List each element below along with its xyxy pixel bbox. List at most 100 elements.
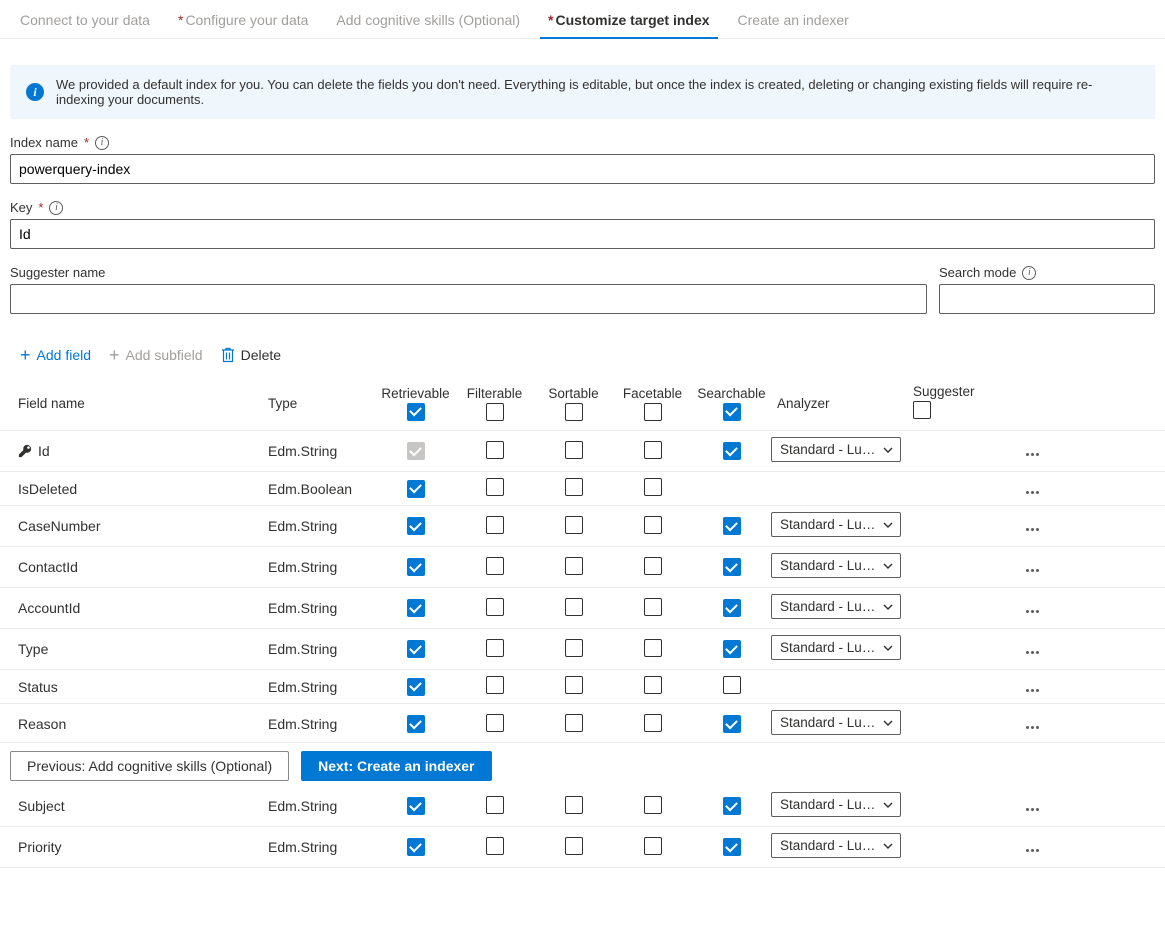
field-row[interactable]: TypeEdm.StringStandard - Luce... xyxy=(0,629,1165,670)
retrievable-checkbox[interactable] xyxy=(407,558,425,576)
field-row[interactable]: IdEdm.StringStandard - Luce... xyxy=(0,431,1165,472)
retrievable-checkbox[interactable] xyxy=(407,640,425,658)
filterable-checkbox[interactable] xyxy=(486,796,504,814)
row-more-button[interactable] xyxy=(1026,808,1039,811)
retrievable-checkbox[interactable] xyxy=(407,715,425,733)
searchable-checkbox[interactable] xyxy=(723,676,741,694)
facetable-checkbox[interactable] xyxy=(644,478,662,496)
wizard-tab[interactable]: Add cognitive skills (Optional) xyxy=(322,0,534,38)
retrievable-checkbox[interactable] xyxy=(407,517,425,535)
row-more-button[interactable] xyxy=(1026,528,1039,531)
sortable-checkbox[interactable] xyxy=(565,676,583,694)
facetable-checkbox[interactable] xyxy=(644,598,662,616)
filterable-checkbox[interactable] xyxy=(486,557,504,575)
retrievable-checkbox[interactable] xyxy=(407,480,425,498)
facetable-checkbox[interactable] xyxy=(644,639,662,657)
wizard-tab[interactable]: Create an indexer xyxy=(724,0,863,38)
facetable-header-checkbox[interactable] xyxy=(644,403,662,421)
sortable-checkbox[interactable] xyxy=(565,714,583,732)
sortable-checkbox[interactable] xyxy=(565,478,583,496)
suggester-name-input[interactable] xyxy=(10,284,927,314)
filterable-header-checkbox[interactable] xyxy=(486,403,504,421)
field-row[interactable]: ReasonEdm.StringStandard - Luce... xyxy=(0,704,1165,745)
wizard-tab[interactable]: *Configure your data xyxy=(164,0,322,38)
analyzer-select[interactable]: Standard - Luce... xyxy=(771,594,901,619)
field-row[interactable]: SubjectEdm.StringStandard - Luce... xyxy=(0,786,1165,827)
analyzer-select[interactable]: Standard - Luce... xyxy=(771,553,901,578)
facetable-checkbox[interactable] xyxy=(644,714,662,732)
row-more-button[interactable] xyxy=(1026,689,1039,692)
info-icon[interactable]: i xyxy=(49,201,63,215)
search-mode-input[interactable] xyxy=(939,284,1155,314)
sortable-checkbox[interactable] xyxy=(565,639,583,657)
analyzer-select[interactable]: Standard - Luce... xyxy=(771,635,901,660)
row-more-button[interactable] xyxy=(1026,651,1039,654)
retrievable-checkbox[interactable] xyxy=(407,797,425,815)
searchable-checkbox[interactable] xyxy=(723,797,741,815)
wizard-tab[interactable]: Connect to your data xyxy=(6,0,164,38)
col-suggester: Suggester xyxy=(913,376,985,430)
searchable-checkbox[interactable] xyxy=(723,838,741,856)
info-icon[interactable]: i xyxy=(1022,266,1036,280)
row-more-button[interactable] xyxy=(1026,610,1039,613)
row-more-button[interactable] xyxy=(1026,726,1039,729)
key-input[interactable] xyxy=(10,219,1155,249)
delete-button[interactable]: Delete xyxy=(221,347,281,363)
field-row[interactable]: IsDeletedEdm.Boolean xyxy=(0,472,1165,506)
row-more-button[interactable] xyxy=(1026,849,1039,852)
row-more-button[interactable] xyxy=(1026,491,1039,494)
field-row[interactable]: PriorityEdm.StringStandard - Luce... xyxy=(0,827,1165,868)
sortable-checkbox[interactable] xyxy=(565,516,583,534)
sortable-checkbox[interactable] xyxy=(565,837,583,855)
facetable-checkbox[interactable] xyxy=(644,676,662,694)
searchable-checkbox[interactable] xyxy=(723,715,741,733)
info-icon[interactable]: i xyxy=(95,136,109,150)
facetable-checkbox[interactable] xyxy=(644,441,662,459)
info-banner: i We provided a default index for you. Y… xyxy=(10,65,1155,119)
index-name-input[interactable] xyxy=(10,154,1155,184)
sortable-checkbox[interactable] xyxy=(565,557,583,575)
sortable-checkbox[interactable] xyxy=(565,441,583,459)
facetable-checkbox[interactable] xyxy=(644,837,662,855)
searchable-checkbox[interactable] xyxy=(723,599,741,617)
searchable-checkbox[interactable] xyxy=(723,558,741,576)
filterable-checkbox[interactable] xyxy=(486,676,504,694)
retrievable-checkbox[interactable] xyxy=(407,599,425,617)
facetable-checkbox[interactable] xyxy=(644,516,662,534)
filterable-checkbox[interactable] xyxy=(486,441,504,459)
sortable-checkbox[interactable] xyxy=(565,598,583,616)
add-field-button[interactable]: + Add field xyxy=(20,346,91,364)
analyzer-select[interactable]: Standard - Luce... xyxy=(771,710,901,735)
analyzer-select[interactable]: Standard - Luce... xyxy=(771,512,901,537)
row-more-button[interactable] xyxy=(1026,453,1039,456)
filterable-checkbox[interactable] xyxy=(486,478,504,496)
filterable-checkbox[interactable] xyxy=(486,639,504,657)
field-row[interactable]: StatusEdm.String xyxy=(0,670,1165,704)
filterable-checkbox[interactable] xyxy=(486,714,504,732)
sortable-header-checkbox[interactable] xyxy=(565,403,583,421)
next-button[interactable]: Next: Create an indexer xyxy=(301,751,491,781)
analyzer-select[interactable]: Standard - Luce... xyxy=(771,437,901,462)
field-row[interactable]: AccountIdEdm.StringStandard - Luce... xyxy=(0,588,1165,629)
field-row[interactable]: ContactIdEdm.StringStandard - Luce... xyxy=(0,547,1165,588)
filterable-checkbox[interactable] xyxy=(486,837,504,855)
searchable-header-checkbox[interactable] xyxy=(723,403,741,421)
facetable-checkbox[interactable] xyxy=(644,796,662,814)
filterable-checkbox[interactable] xyxy=(486,598,504,616)
facetable-checkbox[interactable] xyxy=(644,557,662,575)
retrievable-header-checkbox[interactable] xyxy=(407,403,425,421)
wizard-tab[interactable]: *Customize target index xyxy=(534,0,723,38)
row-more-button[interactable] xyxy=(1026,569,1039,572)
retrievable-checkbox[interactable] xyxy=(407,838,425,856)
analyzer-select[interactable]: Standard - Luce... xyxy=(771,833,901,858)
searchable-checkbox[interactable] xyxy=(723,640,741,658)
field-row[interactable]: CaseNumberEdm.StringStandard - Luce... xyxy=(0,506,1165,547)
filterable-checkbox[interactable] xyxy=(486,516,504,534)
searchable-checkbox[interactable] xyxy=(723,517,741,535)
searchable-checkbox[interactable] xyxy=(723,442,741,460)
previous-button[interactable]: Previous: Add cognitive skills (Optional… xyxy=(10,751,289,781)
retrievable-checkbox[interactable] xyxy=(407,678,425,696)
analyzer-select[interactable]: Standard - Luce... xyxy=(771,792,901,817)
sortable-checkbox[interactable] xyxy=(565,796,583,814)
suggester-header-checkbox[interactable] xyxy=(913,401,931,419)
